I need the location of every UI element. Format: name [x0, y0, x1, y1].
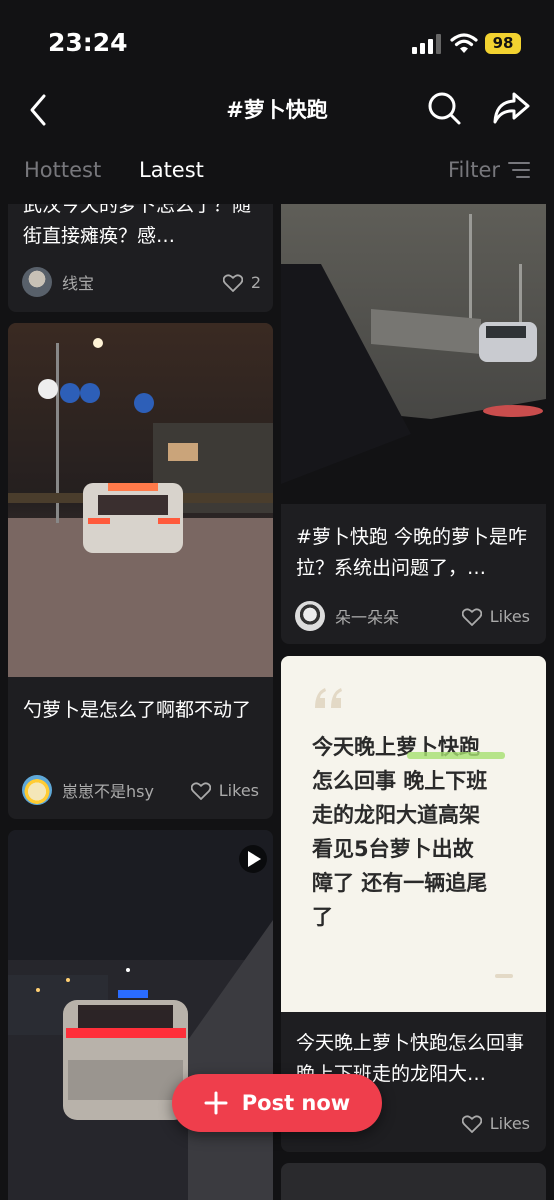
post-author[interactable]: 朵一朵朵 [295, 601, 399, 631]
quote-line: 怎么回事 晚上下班 [312, 769, 488, 793]
quote-line: 障了 还有一辆追尾 [312, 871, 488, 895]
page-title: #萝卜快跑 [226, 98, 328, 122]
quote-mark-icon [315, 688, 342, 708]
status-time: 23:24 [48, 28, 128, 57]
post-card[interactable]: 武汉今天的萝卜怎么了？随街直接瘫痪？感… 线宝 2 [8, 204, 273, 312]
heart-icon [461, 607, 482, 626]
author-name: 朵一朵朵 [335, 608, 400, 627]
tab-hottest[interactable]: Hottest [24, 158, 101, 182]
search-icon[interactable] [424, 88, 464, 128]
wifi-icon [450, 33, 478, 53]
post-image [281, 204, 546, 504]
quote-image: 今天晚上萝卜快跑 怎么回事 晚上下班 走的龙阳大道高架 看见5台萝卜出故 障了 … [281, 656, 546, 1012]
battery-indicator: 98 [485, 33, 521, 54]
post-image [8, 323, 273, 677]
feed-tabs: Hottest Latest Filter [0, 140, 554, 204]
post-card[interactable]: #萝卜快跑 今晚的萝卜是咋拉？系统出问题了，… 朵一朵朵 Likes [281, 204, 546, 644]
heart-icon [190, 781, 211, 800]
post-title: 勺萝卜是怎么了啊都不动了 [23, 699, 252, 721]
cellular-signal-icon [412, 34, 441, 54]
header: #萝卜快跑 [0, 80, 554, 140]
post-author[interactable]: 线宝 [22, 267, 94, 297]
filter-icon [508, 162, 530, 178]
quote-text: 今天晚上萝卜快跑 怎么回事 晚上下班 走的龙阳大道高架 看见5台萝卜出故 障了 … [312, 730, 542, 934]
filter-label: Filter [447, 158, 500, 182]
share-icon[interactable] [490, 88, 532, 128]
like-count: Likes [218, 781, 259, 800]
quote-line: 走的龙阳大道高架 [312, 803, 480, 827]
like-count: Likes [489, 1114, 530, 1133]
avatar [22, 267, 52, 297]
post-title: #萝卜快跑 今晚的萝卜是咋拉？系统出问题了，… [296, 526, 527, 579]
like-button[interactable]: 2 [222, 273, 261, 292]
like-button[interactable]: Likes [461, 607, 530, 626]
like-button[interactable]: Likes [190, 781, 259, 800]
quote-line: 看见5台萝卜出故 [312, 837, 474, 861]
like-button[interactable]: Likes [461, 1114, 530, 1133]
like-count: 2 [250, 273, 261, 292]
post-card[interactable] [281, 1163, 546, 1200]
author-name: 崽崽不是hsy [62, 782, 154, 801]
heart-icon [222, 273, 243, 292]
post-image [8, 830, 273, 1200]
author-name: 线宝 [62, 274, 95, 293]
keyword-highlight [407, 752, 505, 759]
quote-line: 了 [312, 905, 333, 929]
tab-latest[interactable]: Latest [139, 158, 204, 182]
plus-icon [204, 1091, 228, 1115]
post-now-button[interactable]: Post now [172, 1074, 382, 1132]
avatar [295, 601, 325, 631]
post-title: 武汉今天的萝卜怎么了？随街直接瘫痪？感… [23, 204, 252, 247]
post-now-label: Post now [241, 1091, 351, 1115]
status-bar: 23:24 98 [0, 0, 554, 80]
post-card[interactable] [8, 830, 273, 1200]
heart-icon [461, 1114, 482, 1133]
avatar [22, 775, 52, 805]
post-card[interactable]: 勺萝卜是怎么了啊都不动了 崽崽不是hsy Likes [8, 323, 273, 819]
like-count: Likes [489, 607, 530, 626]
filter-button[interactable]: Filter [448, 158, 530, 182]
quote-dash [495, 974, 513, 978]
post-author[interactable]: 崽崽不是hsy [22, 775, 154, 805]
